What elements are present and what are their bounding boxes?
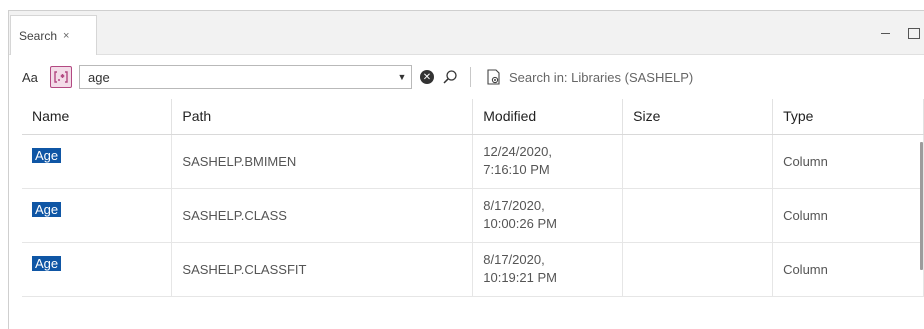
cell-path: SASHELP.CLASSFIT <box>171 242 474 297</box>
close-icon[interactable]: × <box>63 30 69 42</box>
cell-path: SASHELP.CLASS <box>171 188 474 243</box>
search-toolbar: Aa ▼ ✕ Search in: Libraries (SASHELP) <box>22 63 693 91</box>
search-icon[interactable] <box>442 69 458 85</box>
column-header-size[interactable]: Size <box>622 99 774 135</box>
minimize-icon[interactable] <box>881 33 890 34</box>
chevron-down-icon[interactable]: ▼ <box>393 72 411 82</box>
cell-modified: 12/24/2020, 7:16:10 PM <box>472 134 624 189</box>
toolbar-divider <box>470 67 471 87</box>
clear-search-icon[interactable]: ✕ <box>420 70 434 84</box>
match-highlight: Age <box>32 201 62 217</box>
column-header-type[interactable]: Type <box>772 99 924 135</box>
table-row[interactable]: Age SASHELP.CLASSFIT 8/17/2020, 10:19:21 … <box>22 242 924 297</box>
cell-name: Age <box>22 188 173 243</box>
column-header-path[interactable]: Path <box>171 99 474 135</box>
modified-date: 8/17/2020, <box>483 252 545 267</box>
match-highlight: Age <box>32 147 62 163</box>
search-scope-label[interactable]: Search in: Libraries (SASHELP) <box>509 70 693 85</box>
cell-size <box>622 242 774 297</box>
maximize-icon[interactable] <box>908 28 920 39</box>
cell-type: Column <box>772 188 924 243</box>
table-row[interactable]: Age SASHELP.BMIMEN 12/24/2020, 7:16:10 PM… <box>22 134 924 189</box>
modified-date: 12/24/2020, <box>483 144 552 159</box>
tab-bar: Search × <box>9 11 924 55</box>
cell-modified: 8/17/2020, 10:19:21 PM <box>472 242 624 297</box>
cell-type: Column <box>772 134 924 189</box>
results-table: Name Path Modified Size Type Age SASHELP… <box>22 99 924 297</box>
search-combobox[interactable]: ▼ <box>79 65 412 89</box>
cell-type: Column <box>772 242 924 297</box>
modified-time: 10:00:26 PM <box>483 216 557 231</box>
table-row[interactable]: Age SASHELP.CLASS 8/17/2020, 10:00:26 PM … <box>22 188 924 243</box>
vertical-scrollbar[interactable] <box>920 142 923 270</box>
match-highlight: Age <box>32 255 62 271</box>
cell-size <box>622 188 774 243</box>
table-header-row: Name Path Modified Size Type <box>22 99 924 135</box>
tab-label: Search <box>19 28 58 43</box>
regex-icon <box>54 71 68 83</box>
column-header-name[interactable]: Name <box>22 99 173 135</box>
cell-name: Age <box>22 134 173 189</box>
cell-modified: 8/17/2020, 10:00:26 PM <box>472 188 624 243</box>
library-scope-icon[interactable] <box>487 69 501 85</box>
regex-toggle-button[interactable] <box>50 66 72 88</box>
cell-size <box>622 134 774 189</box>
column-header-modified[interactable]: Modified <box>472 99 624 135</box>
cell-name: Age <box>22 242 173 297</box>
search-input[interactable] <box>80 66 393 88</box>
match-case-button[interactable]: Aa <box>22 70 50 85</box>
cell-path: SASHELP.BMIMEN <box>171 134 474 189</box>
modified-date: 8/17/2020, <box>483 198 545 213</box>
tab-search[interactable]: Search × <box>10 15 97 55</box>
modified-time: 10:19:21 PM <box>483 270 557 285</box>
modified-time: 7:16:10 PM <box>483 162 550 177</box>
